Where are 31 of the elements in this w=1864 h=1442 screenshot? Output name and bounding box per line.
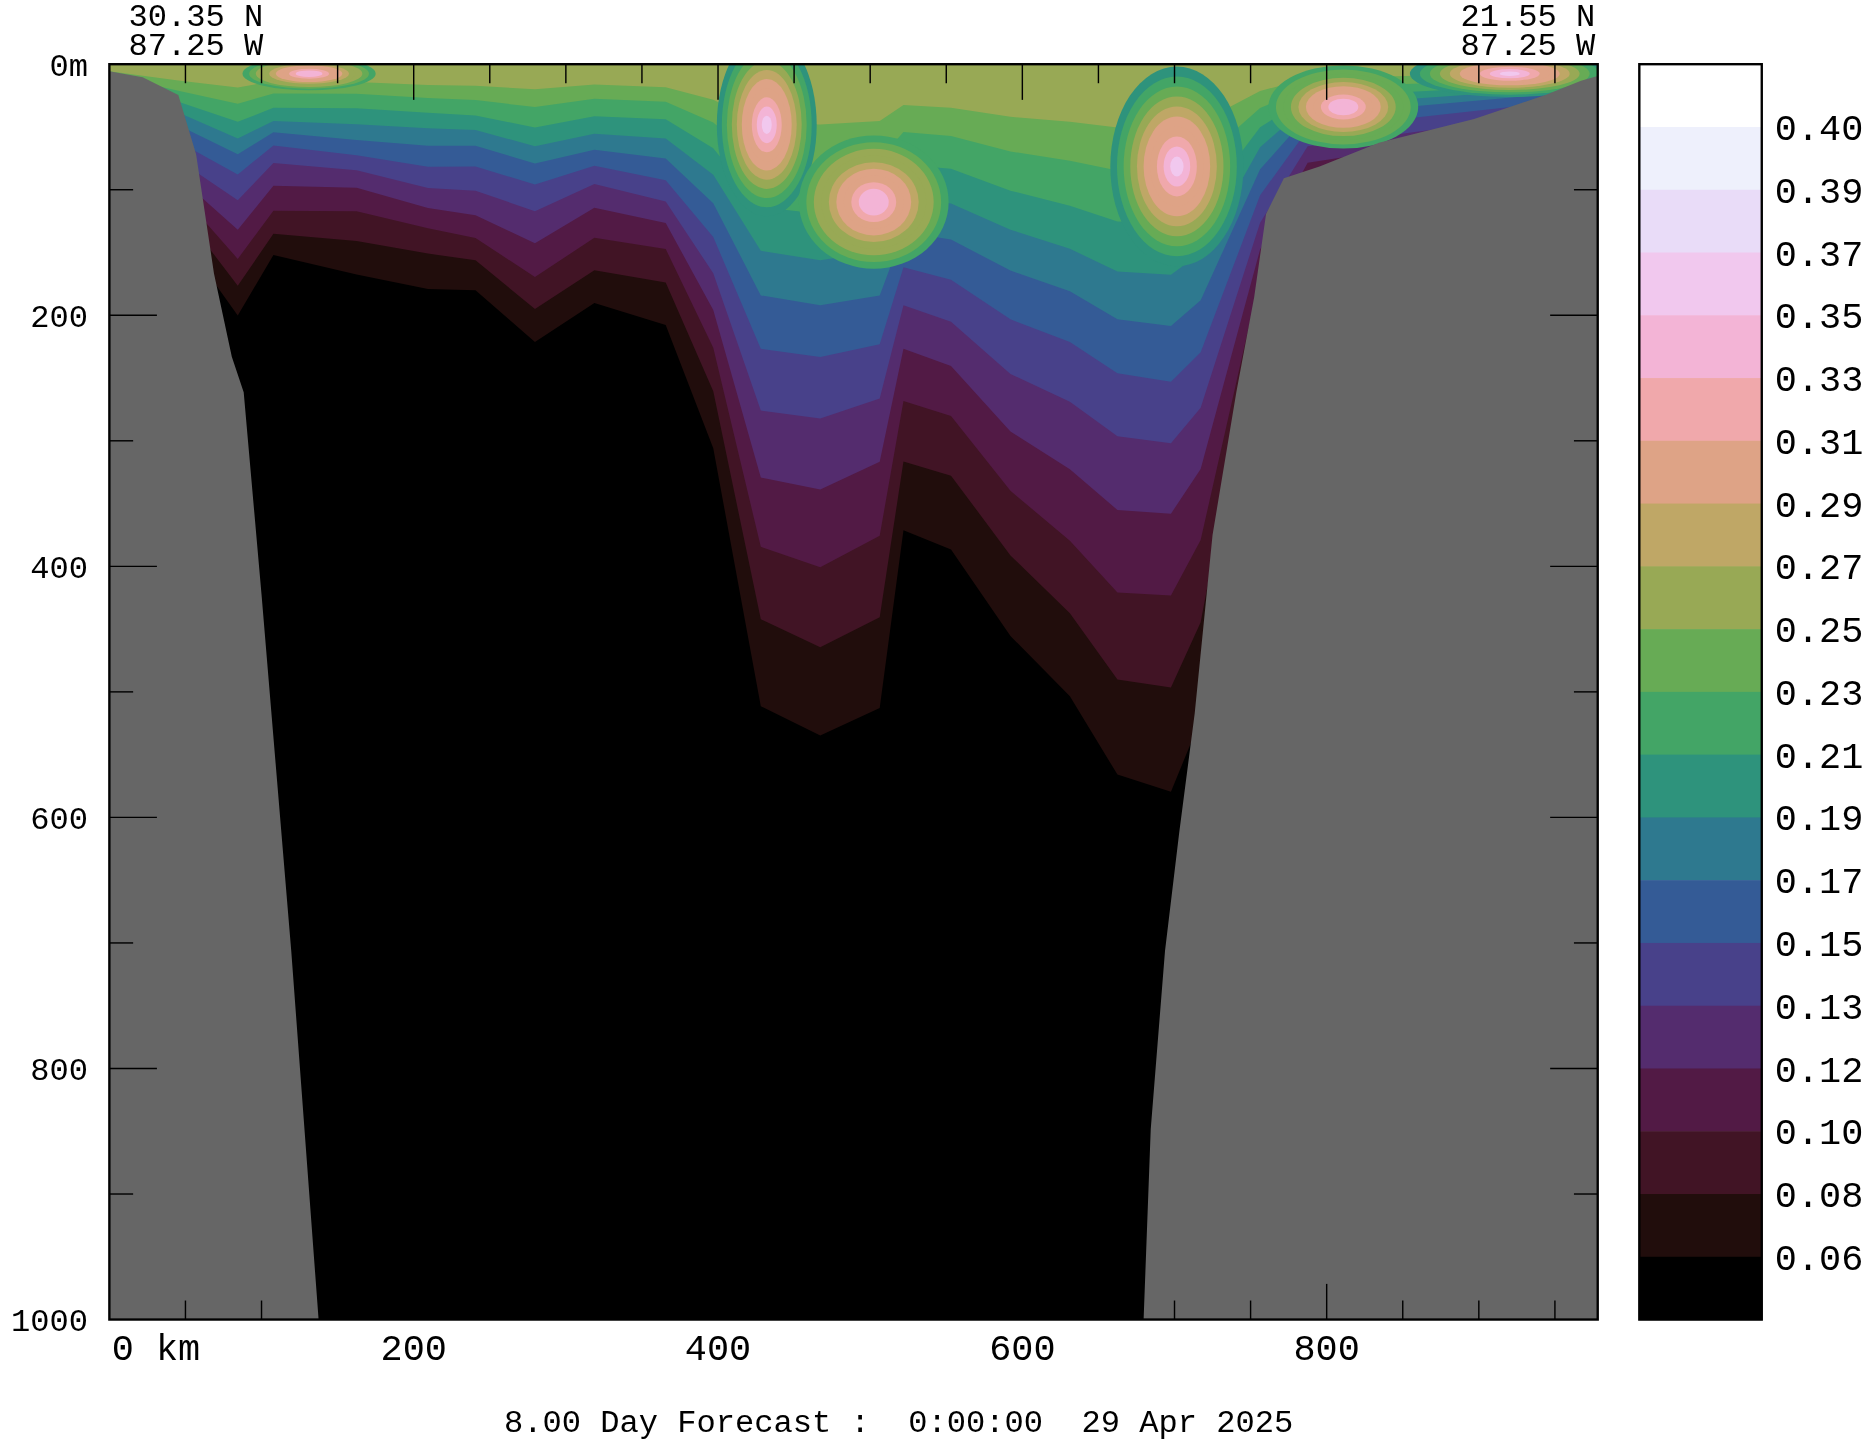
colorbar-label: 0.27 [1774, 548, 1864, 591]
colorbar-label: 0.31 [1774, 422, 1864, 465]
colorbar-label: 0.13 [1774, 987, 1864, 1030]
axis-label: 0m [49, 49, 88, 87]
colorbar-label: 0.25 [1774, 611, 1864, 654]
colorbar-label: 0.23 [1774, 673, 1864, 716]
axis-label: 1000 [10, 1304, 88, 1342]
axis-label: 200 [380, 1328, 447, 1371]
colorbar-label: 0.29 [1774, 485, 1864, 528]
colorbar-label: 0.17 [1774, 862, 1864, 905]
axis-label: 800 [30, 1053, 88, 1091]
axis-label: 200 [30, 300, 88, 338]
colorbar-label: 0.21 [1774, 736, 1864, 779]
colorbar-label: 0.06 [1774, 1238, 1864, 1281]
colorbar-label: 0.39 [1774, 171, 1864, 214]
axis-label: 600 [30, 802, 88, 840]
axis-label: 400 [684, 1328, 752, 1371]
colorbar-label: 0.08 [1774, 1176, 1864, 1219]
axis-label: 600 [989, 1328, 1056, 1371]
colorbar-label: 0.33 [1774, 360, 1864, 403]
colorbar-label: 0.37 [1774, 234, 1864, 277]
colorbar-label: 0.12 [1774, 1050, 1864, 1093]
colorbar-label: 0.40 [1774, 109, 1864, 152]
colorbar-label: 0.19 [1774, 799, 1864, 842]
colorbar-label: 0.35 [1774, 297, 1864, 340]
forecast-caption: 8.00 Day Forecast : 0:00:00 29 Apr 2025 [504, 1405, 1294, 1442]
axis-label: 400 [30, 551, 88, 589]
axis-label: 800 [1293, 1328, 1360, 1371]
colorbar-label: 0.10 [1774, 1113, 1864, 1156]
axis-label: 0 km [111, 1328, 201, 1371]
colorbar-label: 0.15 [1774, 925, 1864, 967]
